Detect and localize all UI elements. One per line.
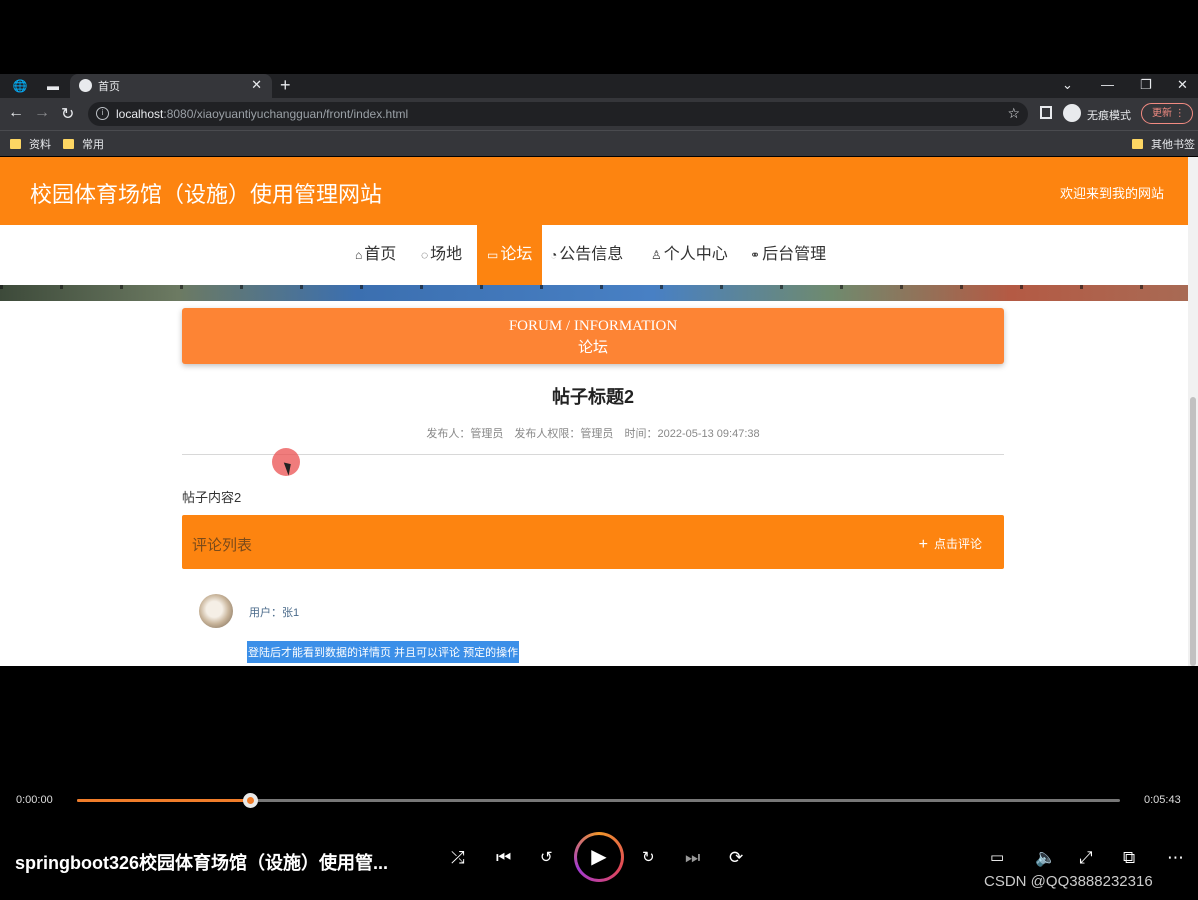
incognito-icon[interactable] bbox=[1063, 104, 1081, 122]
other-bookmarks[interactable]: 其他书签 bbox=[1132, 136, 1195, 152]
tab-strip-icon[interactable]: ▬ bbox=[45, 78, 61, 94]
add-comment-button[interactable]: + 点击评论 bbox=[919, 535, 982, 554]
forum-header-en: FORUM / INFORMATION bbox=[508, 318, 678, 334]
post-role: 发布人权限：管理员 bbox=[514, 428, 614, 440]
favicon-icon bbox=[79, 79, 92, 92]
avatar bbox=[199, 594, 233, 628]
nav-item-forum[interactable]: ▭ 论坛 bbox=[477, 225, 543, 285]
previous-icon[interactable]: ⏮ bbox=[496, 848, 511, 868]
url-text: localhost:8080/xiaoyuantiyuchangguan/fro… bbox=[116, 107, 409, 121]
mini-player-icon[interactable]: ⧉ bbox=[1123, 848, 1135, 868]
link-icon: ⚭ bbox=[750, 248, 761, 262]
subtitles-icon[interactable]: ▭ bbox=[990, 848, 1004, 866]
comment-user: 用户：张1 bbox=[249, 607, 300, 619]
nav-item-profile[interactable]: ♙ 个人中心 bbox=[651, 225, 728, 285]
tab-title: 首页 bbox=[98, 81, 120, 93]
seek-bar-fill bbox=[77, 799, 251, 802]
nav-item-admin[interactable]: ⚭ 后台管理 bbox=[750, 225, 826, 285]
folder-icon bbox=[10, 139, 21, 149]
update-button[interactable]: 更新 ⋮ bbox=[1141, 103, 1193, 124]
watermark: CSDN @QQ3888232316 bbox=[984, 873, 1153, 890]
forum-icon: ▭ bbox=[487, 248, 499, 262]
user-icon: ♙ bbox=[651, 248, 662, 262]
forum-section-header: FORUM / INFORMATION 论坛 bbox=[182, 308, 1004, 364]
bookmarks-bar: 资料 常用 其他书签 bbox=[0, 130, 1198, 156]
bookmark-star-icon[interactable]: ☆ bbox=[1007, 105, 1020, 122]
gauge-icon: ◔ bbox=[550, 248, 558, 262]
play-icon: ▶ bbox=[577, 835, 621, 879]
site-title: 校园体育场馆（设施）使用管理网站 bbox=[30, 182, 383, 207]
forum-header-cn: 论坛 bbox=[577, 340, 608, 356]
browser-tab-active[interactable]: 首页 ✕ bbox=[70, 74, 272, 98]
next-icon[interactable]: ⏭ bbox=[685, 848, 700, 868]
plus-icon: + bbox=[918, 536, 928, 553]
maximize-icon[interactable]: ❐ bbox=[1140, 77, 1152, 93]
post-meta: 发布人：管理员 发布人权限：管理员 时间：2022-05-13 09:47:38 bbox=[182, 425, 1004, 441]
post-author: 发布人：管理员 bbox=[426, 428, 504, 440]
video-player-controls: 0:00:00 0:05:43 springboot326校园体育场馆（设施）使… bbox=[0, 784, 1198, 900]
post-content: 帖子内容2 bbox=[182, 490, 242, 505]
bookmark-item[interactable]: 资料 bbox=[10, 136, 51, 152]
more-icon[interactable]: ⋯ bbox=[1167, 848, 1184, 868]
volume-icon[interactable]: 🔈 bbox=[1035, 848, 1056, 868]
ball-icon: ◌ bbox=[421, 248, 429, 262]
scrollbar-thumb[interactable] bbox=[1190, 397, 1196, 666]
tab-search-icon[interactable]: ⌄ bbox=[1062, 77, 1073, 93]
welcome-text: 欢迎来到我的网站 bbox=[1059, 186, 1164, 201]
post-time: 时间：2022-05-13 09:47:38 bbox=[624, 428, 760, 440]
scrollbar[interactable] bbox=[1188, 157, 1198, 666]
minimize-icon[interactable]: — bbox=[1101, 77, 1114, 92]
rewind-10-icon[interactable]: ↺ bbox=[540, 848, 553, 866]
browser-tab-bar: 🌐 ▬ 首页 ✕ + ⌄ — ❐ ✕ bbox=[0, 74, 1198, 98]
folder-icon bbox=[63, 139, 74, 149]
incognito-label: 无痕模式 bbox=[1087, 110, 1131, 122]
fullscreen-icon[interactable]: ⤢ bbox=[1079, 848, 1093, 868]
forward-30-icon[interactable]: ↻ bbox=[642, 848, 655, 866]
seek-handle[interactable] bbox=[243, 793, 259, 808]
folder-icon bbox=[1132, 139, 1143, 149]
window-close-icon[interactable]: ✕ bbox=[1177, 77, 1188, 93]
current-time: 0:00:00 bbox=[16, 794, 53, 806]
forward-icon[interactable]: → bbox=[34, 104, 50, 122]
total-time: 0:05:43 bbox=[1144, 794, 1181, 806]
nav-item-home[interactable]: ⌂ 首页 bbox=[355, 225, 396, 285]
banner-fence bbox=[0, 285, 1188, 289]
comment-list-title: 评论列表 bbox=[192, 537, 253, 554]
comment-text: 登陆后才能看到数据的详情页 并且可以评论 预定的操作 bbox=[247, 641, 520, 663]
reload-icon[interactable]: ↻ bbox=[61, 104, 74, 124]
side-panel-icon[interactable] bbox=[1040, 106, 1052, 119]
video-title: springboot326校园体育场馆（设施）使用管... bbox=[15, 853, 389, 873]
shuffle-icon[interactable]: ⤮ bbox=[451, 848, 465, 868]
site-info-icon[interactable]: i bbox=[96, 107, 109, 120]
browser-toolbar: ← → ↻ i localhost:8080/xiaoyuantiyuchang… bbox=[0, 98, 1198, 130]
comment-list-header: 评论列表 + 点击评论 bbox=[182, 515, 1004, 569]
bookmark-item[interactable]: 常用 bbox=[63, 136, 104, 152]
tab-close-icon[interactable]: ✕ bbox=[251, 77, 262, 93]
nav-item-announcements[interactable]: ◔ 公告信息 bbox=[550, 225, 623, 285]
nav-item-venue[interactable]: ◌ 场地 bbox=[421, 225, 462, 285]
back-icon[interactable]: ← bbox=[8, 104, 24, 122]
seek-bar[interactable] bbox=[77, 793, 1120, 808]
globe-icon[interactable]: 🌐 bbox=[12, 78, 28, 94]
play-button[interactable]: ▶ bbox=[574, 832, 624, 882]
main-nav: ⌂ 首页 ◌ 场地 ▭ 论坛 ◔ 公告信息 ♙ 个人中心 ⚭ 后台管理 bbox=[0, 225, 1188, 285]
page-viewport: 校园体育场馆（设施）使用管理网站 欢迎来到我的网站 ⌂ 首页 ◌ 场地 ▭ 论坛 ◔ 公… bbox=[0, 157, 1198, 666]
home-icon: ⌂ bbox=[355, 248, 363, 262]
divider bbox=[182, 454, 1004, 455]
repeat-off-icon[interactable]: ⟳ bbox=[729, 848, 743, 868]
address-bar[interactable]: i localhost:8080/xiaoyuantiyuchangguan/f… bbox=[88, 102, 1028, 126]
new-tab-icon[interactable]: + bbox=[280, 75, 291, 96]
site-header: 校园体育场馆（设施）使用管理网站 欢迎来到我的网站 bbox=[0, 157, 1188, 225]
post-title: 帖子标题2 bbox=[551, 387, 634, 407]
